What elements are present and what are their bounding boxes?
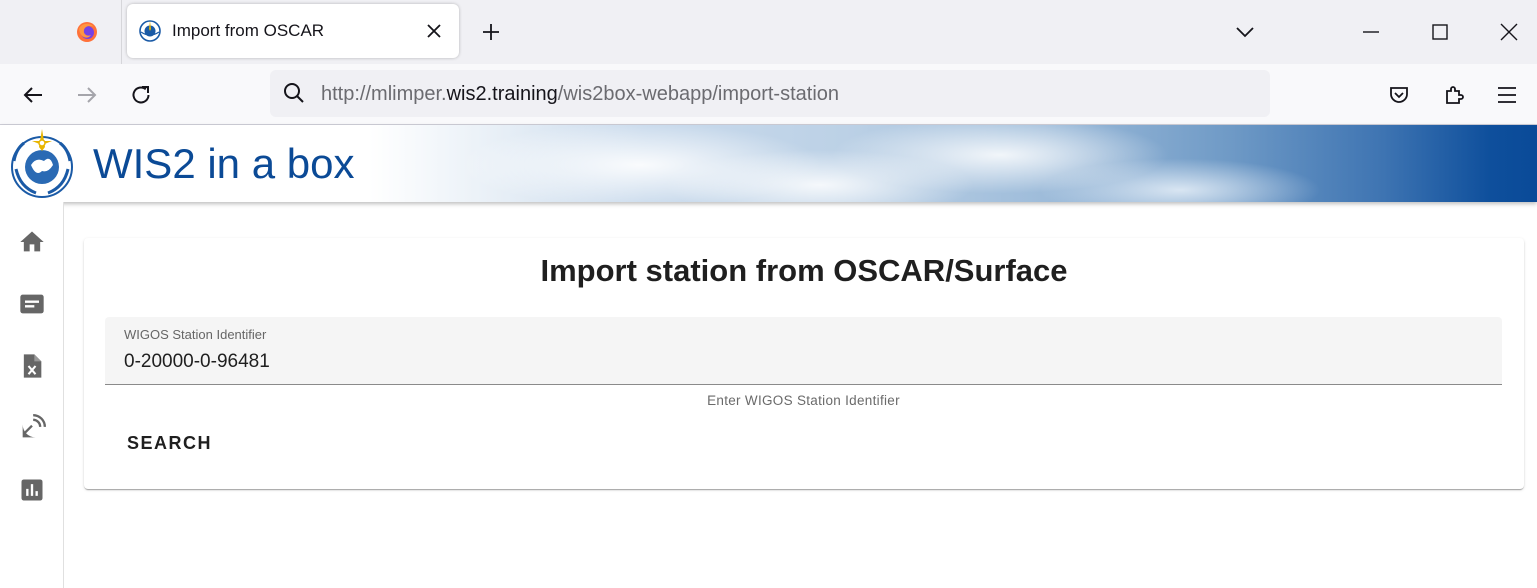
bar-chart-icon (21, 479, 43, 501)
chevron-down-icon[interactable] (1230, 17, 1260, 47)
tab-import-from-oscar[interactable]: Import from OSCAR (127, 4, 459, 58)
reload-icon[interactable] (124, 78, 158, 112)
browser-tab-strip: Import from OSCAR (0, 0, 1537, 64)
back-arrow-icon[interactable] (16, 78, 50, 112)
wmo-logo[interactable] (6, 127, 78, 199)
wigos-id-hint: Enter WIGOS Station Identifier (707, 393, 900, 408)
url-domain: wis2.training (446, 83, 558, 105)
message-icon (20, 294, 44, 314)
extensions-icon[interactable] (1437, 78, 1471, 112)
wmo-favicon-icon (139, 20, 161, 42)
app-title: WIS2 in a box (93, 140, 355, 187)
url-bar[interactable]: http://mlimper.wis2.training/wis2box-web… (270, 70, 1270, 117)
firefox-icon[interactable] (62, 13, 112, 51)
tab-strip-divider (121, 0, 122, 64)
import-station-card: Import station from OSCAR/Surface WIGOS … (84, 238, 1524, 489)
sidebar-item-csv-upload[interactable] (16, 350, 48, 382)
sidebar-item-home[interactable] (16, 226, 48, 258)
pocket-icon[interactable] (1382, 78, 1416, 112)
tab-title: Import from OSCAR (172, 21, 325, 40)
sidebar-item-monitoring[interactable] (16, 474, 48, 506)
plus-icon[interactable] (476, 17, 506, 47)
wigos-id-field[interactable]: WIGOS Station Identifier 0-20000-0-96481 (105, 317, 1502, 385)
browser-navigation-toolbar: http://mlimper.wis2.training/wis2box-web… (0, 64, 1537, 125)
maximize-icon[interactable] (1420, 12, 1460, 52)
minimize-icon[interactable] (1351, 12, 1391, 52)
url-text: http://mlimper.wis2.training/wis2box-web… (321, 83, 839, 106)
wigos-id-input[interactable]: 0-20000-0-96481 (124, 351, 270, 373)
close-window-icon[interactable] (1489, 12, 1529, 52)
url-prefix: http://mlimper. (321, 83, 447, 105)
side-navigation (0, 202, 64, 588)
hamburger-menu-icon[interactable] (1490, 78, 1524, 112)
url-path: /wis2box-webapp/import-station (557, 83, 840, 105)
sidebar-item-stations[interactable] (16, 412, 48, 444)
satellite-dish-icon (22, 414, 46, 438)
home-icon (20, 231, 44, 252)
page-title: Import station from OSCAR/Surface (540, 253, 1068, 288)
close-icon[interactable] (423, 20, 445, 42)
forward-arrow-icon[interactable] (70, 78, 104, 112)
search-button[interactable]: SEARCH (114, 424, 224, 462)
csv-file-icon (23, 354, 42, 378)
app-header: WIS2 in a box (0, 125, 1537, 202)
sidebar-item-messages[interactable] (16, 288, 48, 320)
search-icon (284, 83, 304, 103)
wigos-id-label: WIGOS Station Identifier (124, 327, 267, 342)
